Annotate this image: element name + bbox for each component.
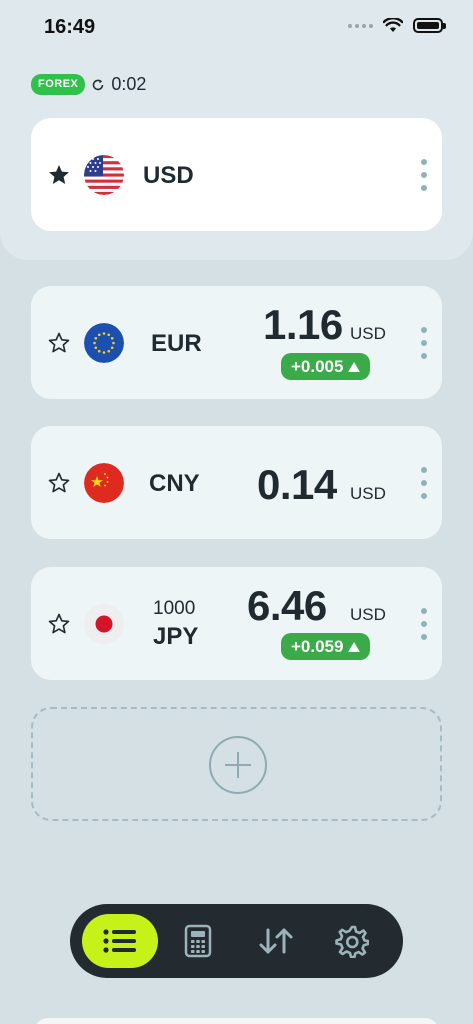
add-currency-button[interactable] [31, 707, 442, 821]
status-time: 16:49 [44, 16, 96, 38]
rate-change: +0.005 [291, 356, 344, 376]
more-options-icon[interactable] [420, 608, 428, 640]
us-flag-icon [84, 155, 124, 195]
star-outline-icon[interactable] [47, 331, 71, 355]
rate-value: 0.14 [257, 461, 337, 508]
market-status: FOREX 0:02 [31, 74, 146, 95]
rate-change: +0.059 [291, 636, 344, 656]
plus-icon[interactable] [209, 736, 267, 794]
wifi-icon [383, 18, 403, 32]
tab-list[interactable] [82, 914, 158, 968]
currency-code: JPY [153, 623, 199, 650]
currency-amount: 1000 [153, 598, 196, 619]
currency-code: EUR [151, 330, 202, 357]
refresh-timer: 0:02 [111, 74, 147, 94]
rate-unit: USD [350, 605, 386, 624]
calculator-icon [184, 924, 212, 958]
rate-change-badge: +0.059 [281, 633, 371, 660]
more-options-icon[interactable] [420, 327, 428, 359]
base-currency-code: USD [143, 162, 194, 189]
eu-flag-icon [84, 323, 124, 363]
rate-card-eur[interactable]: EUR 1.16 USD +0.005 [31, 286, 442, 399]
status-icons [348, 18, 446, 33]
tab-calculator[interactable] [160, 914, 236, 968]
market-badge: FOREX [31, 74, 86, 95]
rate-value: 6.46 [247, 582, 327, 629]
currency-code: CNY [149, 470, 200, 497]
swap-arrows-icon [259, 928, 293, 954]
rate-card-jpy[interactable]: 1000 JPY 6.46 USD +0.059 [31, 567, 442, 680]
up-triangle-icon [348, 361, 361, 372]
more-options-icon[interactable] [420, 467, 428, 499]
rate-change-badge: +0.005 [281, 353, 371, 380]
star-outline-icon[interactable] [47, 471, 71, 495]
cellular-signal-icon [348, 23, 373, 28]
star-outline-icon[interactable] [47, 612, 71, 636]
japan-flag-icon [84, 604, 124, 644]
tab-settings[interactable] [314, 914, 390, 968]
rate-unit: USD [350, 324, 386, 343]
base-currency-card[interactable]: USD [31, 118, 442, 231]
star-filled-icon[interactable] [47, 163, 71, 187]
battery-icon [413, 18, 446, 33]
refresh-icon[interactable] [91, 78, 105, 92]
more-options-icon[interactable] [420, 159, 428, 191]
rate-card-cny[interactable]: CNY 0.14 USD [31, 426, 442, 539]
rate-value: 1.16 [263, 301, 343, 348]
tab-swap[interactable] [238, 914, 314, 968]
list-icon [103, 929, 136, 953]
gear-icon [335, 925, 369, 958]
up-triangle-icon [348, 641, 361, 652]
tab-bar [70, 904, 403, 978]
rate-unit: USD [350, 484, 386, 503]
china-flag-icon [84, 463, 124, 503]
status-bar: 16:49 [0, 0, 473, 54]
bottom-sheet-handle[interactable] [34, 1018, 439, 1024]
